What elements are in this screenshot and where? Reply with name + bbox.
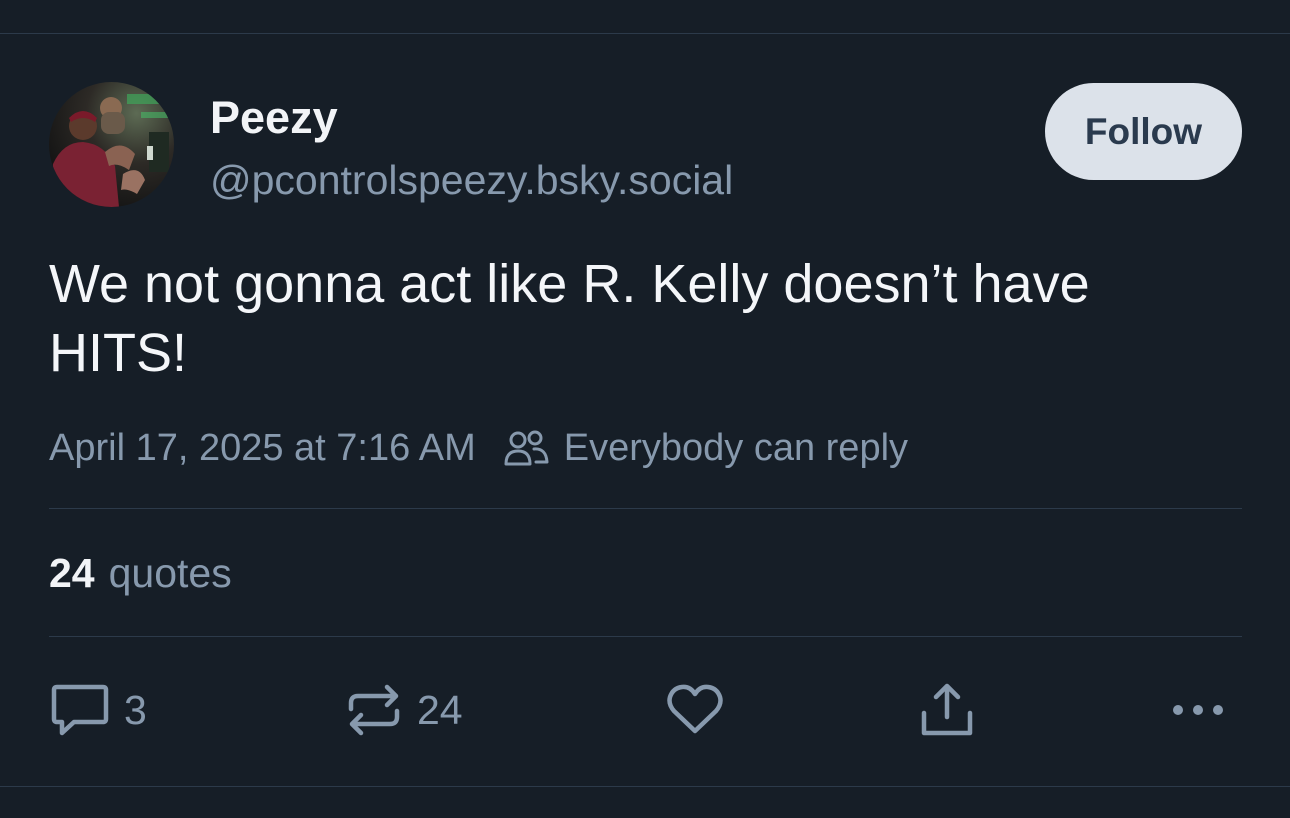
repost-count: 24: [417, 686, 463, 733]
post-text: We not gonna act like R. Kelly doesn’t h…: [49, 254, 1090, 383]
bottom-divider: [0, 786, 1290, 787]
share-button[interactable]: [918, 680, 976, 740]
like-icon: [666, 683, 724, 737]
follow-button[interactable]: Follow: [1045, 83, 1242, 180]
post-thread-view: Peezy @pcontrolspeezy.bsky.social Follow…: [0, 0, 1290, 818]
meta-divider: [49, 508, 1242, 509]
author-display-name[interactable]: Peezy: [210, 90, 338, 146]
repost-icon: [345, 681, 403, 739]
reply-button[interactable]: 3: [50, 680, 147, 740]
share-icon: [918, 681, 976, 739]
reply-icon: [50, 681, 110, 739]
stats-divider: [49, 636, 1242, 637]
like-button[interactable]: [666, 680, 724, 740]
quotes-label: quotes: [108, 549, 232, 596]
author-handle[interactable]: @pcontrolspeezy.bsky.social: [210, 155, 733, 205]
more-options-button[interactable]: [1170, 680, 1226, 740]
avatar[interactable]: [49, 82, 174, 207]
quotes-stat[interactable]: 24 quotes: [49, 548, 232, 598]
post-meta: April 17, 2025 at 7:16 AM Everybody can …: [49, 424, 908, 472]
more-icon: [1170, 702, 1226, 718]
quotes-count: 24: [49, 549, 95, 596]
reply-setting-label[interactable]: Everybody can reply: [564, 427, 908, 470]
reply-count: 3: [124, 686, 147, 733]
repost-button[interactable]: 24: [345, 680, 463, 740]
people-icon: [504, 429, 550, 467]
top-divider: [0, 33, 1290, 34]
post-timestamp[interactable]: April 17, 2025 at 7:16 AM: [49, 427, 476, 470]
